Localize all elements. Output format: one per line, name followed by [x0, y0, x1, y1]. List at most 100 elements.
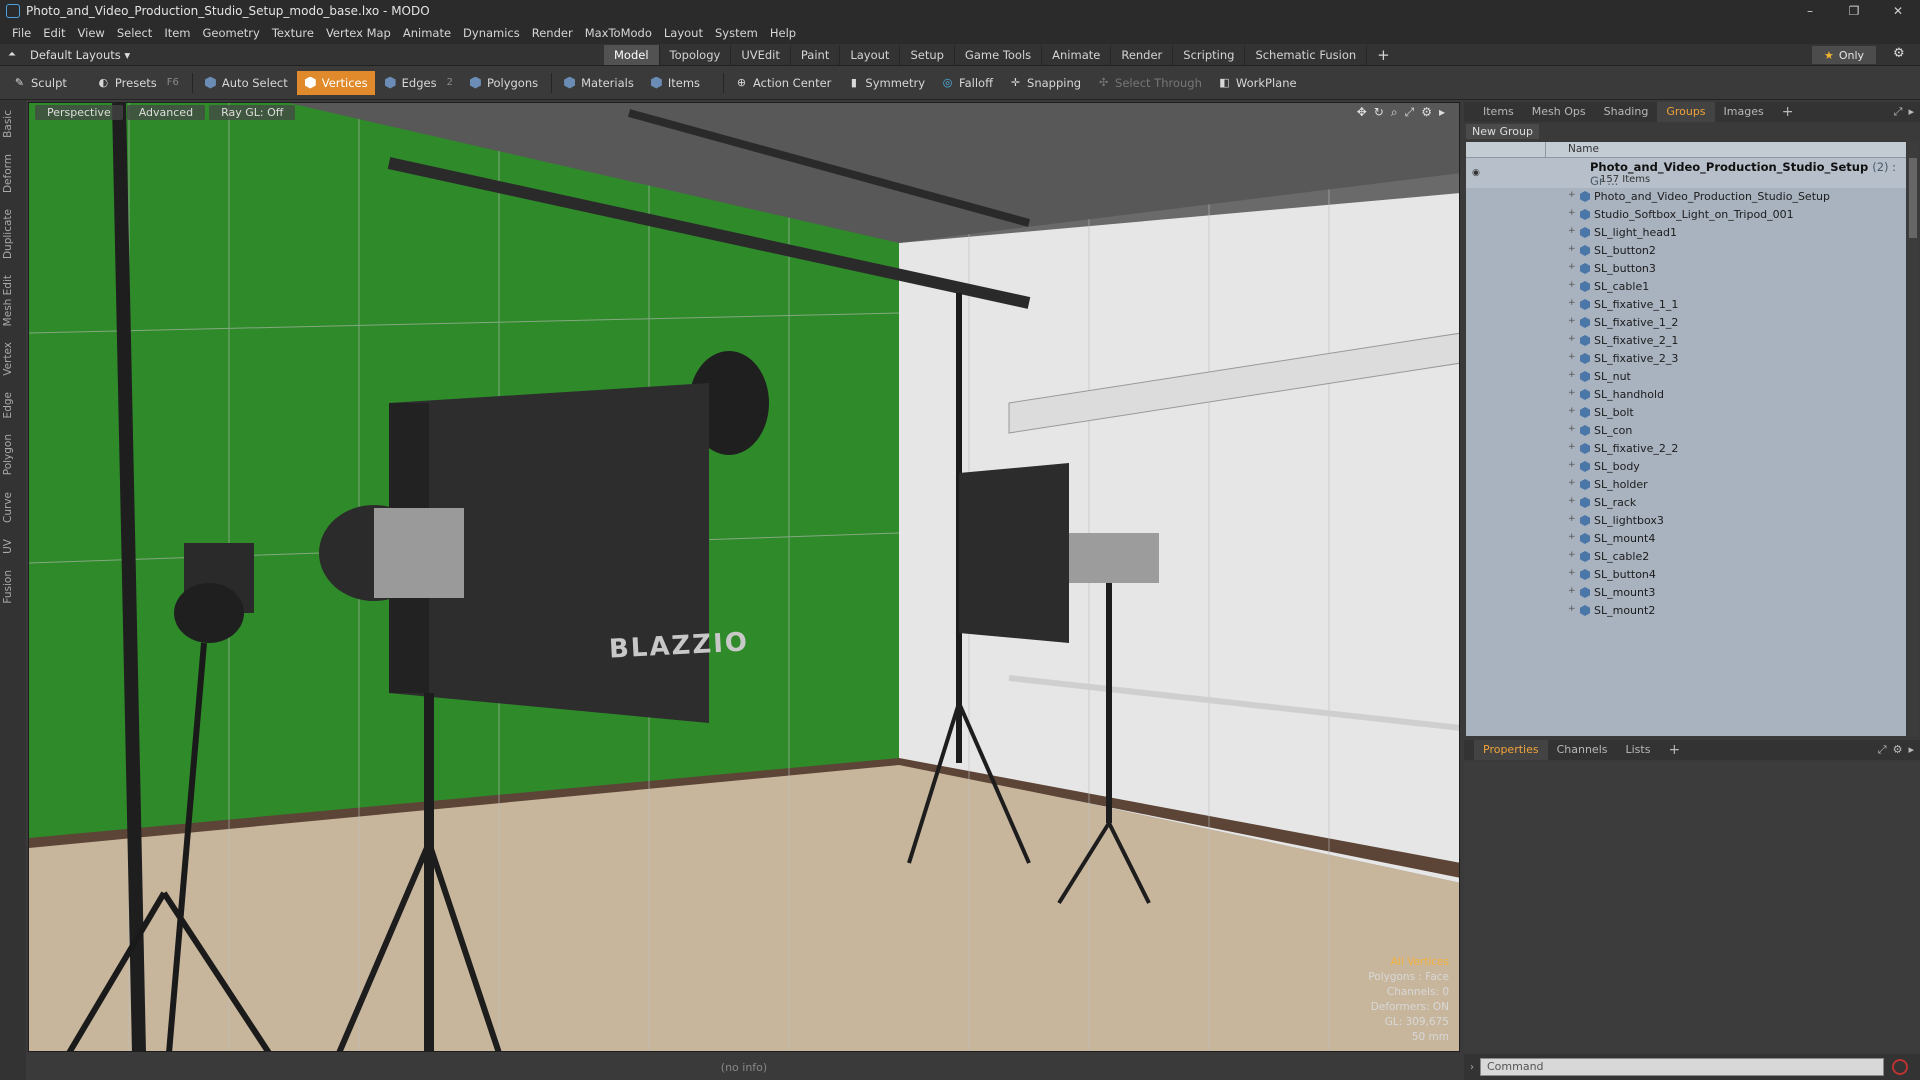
expand-icon[interactable]: + [1568, 424, 1576, 434]
maximize-panel-icon[interactable]: ⤢ [1878, 743, 1887, 757]
expand-icon[interactable]: + [1568, 568, 1576, 578]
tab-properties[interactable]: Properties [1474, 740, 1548, 760]
menu-help[interactable]: Help [764, 22, 802, 44]
expand-icon[interactable]: + [1568, 406, 1576, 416]
expand-icon[interactable]: + [1568, 262, 1576, 272]
layout-selector[interactable]: ⏶ Default Layouts ▾ [0, 48, 150, 62]
tree-root-group[interactable]: ◉ Photo_and_Video_Production_Studio_Setu… [1466, 158, 1906, 188]
settings-icon[interactable]: ⚙ [1893, 743, 1903, 757]
viewport-raygl-tab[interactable]: Ray GL: Off [209, 105, 296, 120]
tab-model[interactable]: Model [604, 45, 660, 65]
tab-duplicate[interactable]: Duplicate [2, 203, 24, 265]
tab-setup[interactable]: Setup [900, 45, 955, 65]
expand-icon[interactable]: + [1568, 298, 1576, 308]
expand-icon[interactable]: + [1568, 442, 1576, 452]
tab-uvedit[interactable]: UVEdit [731, 45, 791, 65]
tab-animate[interactable]: Animate [1042, 45, 1112, 65]
expand-icon[interactable]: + [1568, 514, 1576, 524]
expand-icon[interactable]: + [1568, 478, 1576, 488]
expand-icon[interactable]: + [1568, 334, 1576, 344]
expand-icon[interactable]: + [1568, 370, 1576, 380]
viewport-shading-tab[interactable]: Advanced [126, 105, 206, 120]
presets-button[interactable]: ◐ Presets F6 [90, 71, 186, 95]
tab-polygon[interactable]: Polygon [2, 428, 24, 481]
vertices-button[interactable]: Vertices [296, 70, 375, 95]
edges-button[interactable]: Edges 2 [377, 71, 460, 95]
menu-render[interactable]: Render [526, 22, 579, 44]
pan-icon[interactable]: ✥ [1357, 105, 1367, 120]
expand-icon[interactable]: + [1568, 586, 1576, 596]
tree-row[interactable]: + SL_nut [1466, 368, 1906, 386]
fit-icon[interactable]: ⤢ [1405, 105, 1415, 120]
tab-game-tools[interactable]: Game Tools [955, 45, 1043, 65]
tree-row[interactable]: + SL_rack [1466, 494, 1906, 512]
maximize-button[interactable]: ❐ [1832, 0, 1876, 22]
tab-images[interactable]: Images [1715, 102, 1773, 122]
falloff-button[interactable]: ◎ Falloff [934, 71, 1000, 95]
tab-basic[interactable]: Basic [2, 104, 24, 144]
tree-row[interactable]: + SL_button2 [1466, 242, 1906, 260]
tree-row[interactable]: + SL_button3 [1466, 260, 1906, 278]
tab-groups[interactable]: Groups [1657, 102, 1715, 122]
menu-edit[interactable]: Edit [37, 22, 71, 44]
tab-render[interactable]: Render [1111, 45, 1174, 65]
tree-row[interactable]: + SL_holder [1466, 476, 1906, 494]
tree-row[interactable]: + SL_mount3 [1466, 584, 1906, 602]
add-tab-icon[interactable]: + [1659, 740, 1689, 760]
tree-scrollbar[interactable] [1908, 142, 1918, 736]
tab-deform[interactable]: Deform [2, 148, 24, 199]
menu-item[interactable]: Item [158, 22, 196, 44]
settings-icon[interactable]: ⚙ [1421, 105, 1432, 120]
tab-topology[interactable]: Topology [660, 45, 732, 65]
items-button[interactable]: Items [643, 71, 707, 95]
menu-select[interactable]: Select [111, 22, 158, 44]
new-group-button[interactable]: New Group [1466, 124, 1539, 139]
tab-items[interactable]: Items [1474, 102, 1523, 122]
tab-scripting[interactable]: Scripting [1173, 45, 1246, 65]
polygons-button[interactable]: Polygons [462, 71, 545, 95]
symmetry-button[interactable]: ▮ Symmetry [840, 71, 932, 95]
add-tab-icon[interactable]: + [1367, 45, 1400, 65]
tab-schematic-fusion[interactable]: Schematic Fusion [1245, 45, 1368, 65]
tree-row[interactable]: + SL_mount2 [1466, 602, 1906, 620]
tree-row[interactable]: + SL_cable2 [1466, 548, 1906, 566]
tree-row[interactable]: + SL_fixative_1_2 [1466, 314, 1906, 332]
expand-icon[interactable]: + [1568, 352, 1576, 362]
column-name-header[interactable]: Name [1568, 143, 1599, 155]
auto-select-button[interactable]: Auto Select [197, 71, 295, 95]
tab-uv[interactable]: UV [2, 533, 24, 560]
gear-icon[interactable]: ⚙ [1893, 46, 1905, 61]
tab-shading[interactable]: Shading [1595, 102, 1658, 122]
tree-row[interactable]: + SL_fixative_1_1 [1466, 296, 1906, 314]
tree-row[interactable]: + SL_handhold [1466, 386, 1906, 404]
expand-icon[interactable]: + [1568, 388, 1576, 398]
menu-file[interactable]: File [6, 22, 37, 44]
expand-icon[interactable]: + [1568, 550, 1576, 560]
expand-icon[interactable]: + [1568, 208, 1576, 218]
minimize-button[interactable]: – [1788, 0, 1832, 22]
tree-row[interactable]: + SL_bolt [1466, 404, 1906, 422]
close-button[interactable]: ✕ [1876, 0, 1920, 22]
menu-maxtomodo[interactable]: MaxToModo [579, 22, 658, 44]
3d-viewport[interactable]: BLAZZIO Perspective Advanced Ray GL: Off… [28, 102, 1460, 1052]
tree-row[interactable]: + Photo_and_Video_Production_Studio_Setup [1466, 188, 1906, 206]
select-through-button[interactable]: ✣ Select Through [1090, 71, 1209, 95]
panel-menu-arrow-icon[interactable]: ▸ [1908, 743, 1914, 757]
tab-curve[interactable]: Curve [2, 486, 24, 529]
tab-edge[interactable]: Edge [2, 386, 24, 424]
menu-vertex-map[interactable]: Vertex Map [320, 22, 397, 44]
maximize-panel-icon[interactable]: ⤢ [1894, 105, 1903, 119]
command-arrow-icon[interactable]: › [1470, 1062, 1474, 1073]
viewport-perspective-tab[interactable]: Perspective [35, 105, 123, 120]
tree-row[interactable]: + Studio_Softbox_Light_on_Tripod_001 [1466, 206, 1906, 224]
expand-icon[interactable]: + [1568, 244, 1576, 254]
expand-icon[interactable]: + [1568, 532, 1576, 542]
record-icon[interactable] [1892, 1059, 1908, 1075]
tree-row[interactable]: + SL_fixative_2_3 [1466, 350, 1906, 368]
workplane-button[interactable]: ◧ WorkPlane [1211, 71, 1304, 95]
tree-row[interactable]: + SL_body [1466, 458, 1906, 476]
tab-vertex[interactable]: Vertex [2, 336, 24, 382]
visibility-eye-icon[interactable]: ◉ [1472, 168, 1480, 178]
menu-dynamics[interactable]: Dynamics [457, 22, 526, 44]
expand-icon[interactable]: + [1568, 496, 1576, 506]
